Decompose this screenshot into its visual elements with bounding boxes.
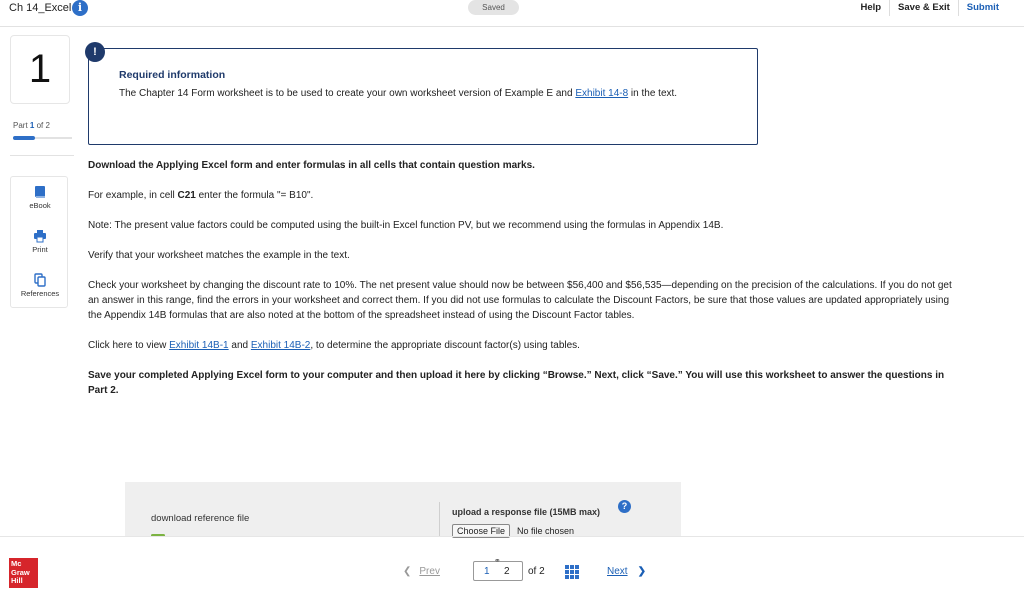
- rail-divider: [10, 155, 74, 156]
- chevron-left-icon: ❮: [403, 566, 412, 577]
- instruction-download: Download the Applying Excel form and ent…: [88, 160, 535, 171]
- required-info-text: The Chapter 14 Form worksheet is to be u…: [119, 88, 678, 99]
- instruction-save-upload: Save your completed Applying Excel form …: [88, 370, 945, 396]
- top-bar: Ch 14_Excel i Saved Help Save & Exit Sub…: [0, 0, 1024, 27]
- cell-reference: C21: [177, 190, 196, 201]
- required-info-heading: Required information: [119, 69, 226, 81]
- instruction-check: Check your worksheet by changing the dis…: [88, 280, 952, 321]
- question-number[interactable]: 1: [10, 35, 70, 104]
- no-file-status: No file chosen: [517, 526, 575, 536]
- saved-status-badge: Saved: [468, 0, 519, 15]
- required-info-box: Required information The Chapter 14 Form…: [88, 48, 758, 145]
- copy-icon: [34, 273, 46, 287]
- info-icon[interactable]: i: [72, 0, 88, 16]
- help-link[interactable]: Help: [852, 0, 889, 16]
- content-bottom-divider: [0, 536, 1024, 537]
- page-1-button[interactable]: 1: [484, 566, 490, 577]
- part-indicator: Part 1 of 2: [13, 121, 50, 130]
- references-button[interactable]: References: [11, 273, 69, 298]
- tools-panel: eBook Print References: [10, 176, 68, 308]
- instruction-example: For example, in cell C21 enter the formu…: [88, 190, 314, 201]
- download-reference-label: download reference file: [151, 513, 250, 524]
- print-button[interactable]: Print: [11, 229, 69, 254]
- prev-label: Prev: [419, 566, 440, 577]
- upload-response-label: upload a response file (15MB max): [452, 507, 601, 517]
- printer-icon: [34, 230, 46, 243]
- assignment-title: Ch 14_Excel: [9, 2, 72, 14]
- part-progress-track: [35, 137, 72, 139]
- ebook-button[interactable]: eBook: [11, 185, 69, 210]
- page-2-button[interactable]: 2: [504, 566, 510, 577]
- prev-button[interactable]: ❮ Prev: [403, 566, 440, 577]
- chevron-right-icon: ❯: [637, 566, 646, 577]
- exhibit-14-8-link[interactable]: Exhibit 14-8: [575, 88, 628, 99]
- help-icon[interactable]: ?: [618, 500, 631, 513]
- exhibit-14b-2-link[interactable]: Exhibit 14B-2: [251, 340, 310, 351]
- pagination: ❮ Prev ⚭ 1 2 of 2 Next ❯: [0, 556, 1024, 588]
- submit-link[interactable]: Submit: [957, 0, 1024, 16]
- save-exit-link[interactable]: Save & Exit: [889, 0, 958, 16]
- part-suffix: of 2: [36, 121, 50, 130]
- page-selector[interactable]: ⚭ 1 2: [473, 556, 523, 581]
- part-current: 1: [29, 121, 35, 130]
- instruction-note: Note: The present value factors could be…: [88, 220, 724, 231]
- grid-icon[interactable]: [565, 565, 579, 579]
- next-button[interactable]: Next ❯: [607, 566, 646, 577]
- exhibit-14b-1-link[interactable]: Exhibit 14B-1: [169, 340, 228, 351]
- part-progress-fill: [13, 136, 35, 140]
- file-panel-divider: [439, 502, 440, 537]
- page-count: of 2: [528, 566, 545, 577]
- book-icon: [35, 186, 45, 198]
- references-label: References: [20, 289, 60, 298]
- next-label: Next: [607, 566, 628, 577]
- part-prefix: Part: [13, 121, 28, 130]
- file-panel: download reference file upload a respons…: [125, 482, 681, 538]
- ebook-label: eBook: [29, 201, 51, 210]
- instruction-exhibits: Click here to view Exhibit 14B-1 and Exh…: [88, 340, 580, 351]
- top-nav: Help Save & Exit Submit: [852, 0, 1024, 16]
- alert-icon: !: [85, 42, 105, 62]
- print-label: Print: [32, 245, 48, 254]
- link-icon: ⚭: [494, 556, 501, 565]
- instruction-verify: Verify that your worksheet matches the e…: [88, 250, 350, 261]
